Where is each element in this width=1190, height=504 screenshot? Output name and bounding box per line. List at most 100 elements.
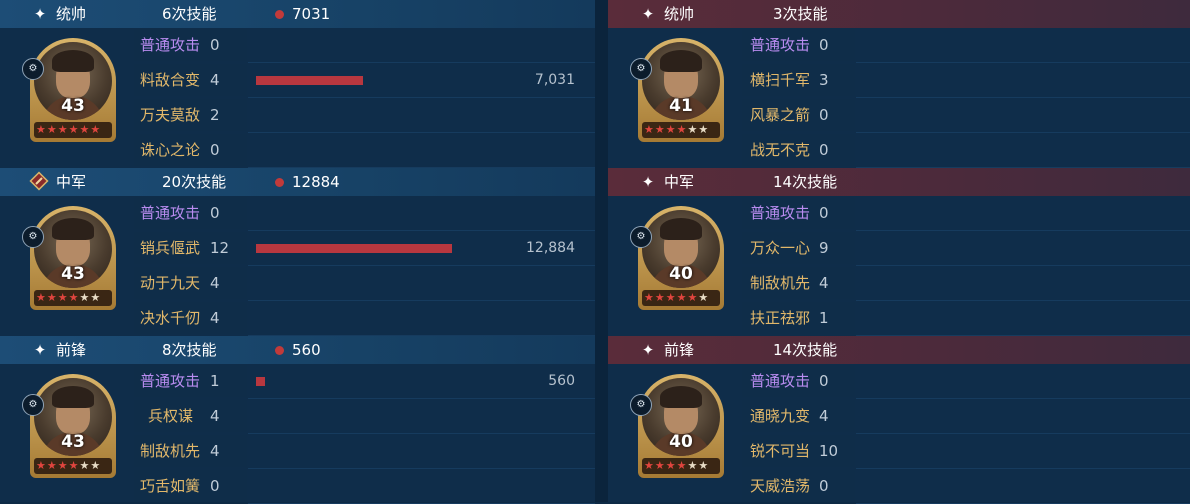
role-label: 中军: [56, 173, 87, 191]
damage-bar: [256, 377, 265, 386]
skill-name[interactable]: 横扫千军: [750, 68, 810, 92]
general-section-3: ✦ 前锋 8次技能 560 43 ★★★★★★ ⚙ 普通攻击 1 560 兵权谋 4 制敌机先 4 巧舌如簧…: [0, 336, 595, 504]
skill-count: 14次技能: [773, 173, 838, 191]
skill-name[interactable]: 天威浩荡: [750, 474, 810, 498]
skill-use-count: 1: [210, 372, 220, 390]
skill-name[interactable]: 兵权谋: [148, 404, 193, 428]
sparkle-icon: ✦: [33, 5, 47, 23]
skill-row: 战无不克 0: [608, 133, 1190, 168]
skill-name[interactable]: 普通攻击: [140, 201, 200, 225]
sparkle-icon: ✦: [641, 5, 655, 23]
row-track: [248, 434, 595, 469]
general-section-1: ✦ 统帅 3次技能 41 ★★★★★★ ⚙ 普通攻击 0 横扫千军 3 风暴之箭 0 战无不克 0: [608, 0, 1190, 168]
skill-name[interactable]: 普通攻击: [750, 33, 810, 57]
general-section-2: 中军 20次技能 12884 43 ★★★★★★ ⚙ 普通攻击 0 销兵偃武 12 12,884 动于…: [0, 168, 595, 336]
skill-use-count: 4: [210, 309, 220, 327]
damage-total: 12884: [292, 173, 340, 191]
row-track: [856, 28, 1190, 63]
skill-name[interactable]: 决水千仞: [140, 306, 200, 330]
skill-use-count: 0: [819, 372, 829, 390]
skill-name[interactable]: 普通攻击: [750, 201, 810, 225]
skill-use-count: 0: [210, 36, 220, 54]
skill-row: 诛心之论 0: [0, 133, 595, 168]
skill-use-count: 4: [819, 274, 829, 292]
general-section-2: ✦ 中军 14次技能 40 ★★★★★★ ⚙ 普通攻击 0 万众一心 9 制敌机先 4 扶正祛邪 1: [608, 168, 1190, 336]
sparkle-icon: ✦: [641, 341, 655, 359]
row-track: [856, 266, 1190, 301]
skill-use-count: 0: [210, 141, 220, 159]
skill-row: 制敌机先 4: [0, 434, 595, 469]
row-track: [856, 196, 1190, 231]
role-label: 中军: [664, 173, 695, 191]
section-header: ✦ 统帅 6次技能 7031: [0, 0, 595, 28]
skill-use-count: 3: [819, 71, 829, 89]
skill-row: 万夫莫敌 2: [0, 98, 595, 133]
skill-row: 普通攻击 0: [608, 28, 1190, 63]
skill-name[interactable]: 万众一心: [750, 236, 810, 260]
skill-row: 兵权谋 4: [0, 399, 595, 434]
row-track: [248, 266, 595, 301]
skill-row: 扶正祛邪 1: [608, 301, 1190, 336]
skill-name[interactable]: 战无不克: [750, 138, 810, 162]
skill-use-count: 0: [819, 36, 829, 54]
sparkle-icon: ✦: [641, 173, 655, 191]
skill-use-count: 0: [210, 204, 220, 222]
skill-use-count: 4: [210, 442, 220, 460]
row-track: [856, 63, 1190, 98]
skill-row: 通晓九变 4: [608, 399, 1190, 434]
skill-row: 锐不可当 10: [608, 434, 1190, 469]
skill-name[interactable]: 诛心之论: [140, 138, 200, 162]
skill-name[interactable]: 普通攻击: [140, 369, 200, 393]
skill-row: 动于九天 4: [0, 266, 595, 301]
skill-name[interactable]: 制敌机先: [750, 271, 810, 295]
skill-name[interactable]: 销兵偃武: [140, 236, 200, 260]
row-track: [248, 301, 595, 336]
banner-icon: [28, 170, 50, 192]
skill-use-count: 1: [819, 309, 829, 327]
sparkle-icon: ✦: [33, 341, 47, 359]
skill-row: 制敌机先 4: [608, 266, 1190, 301]
skill-row: 横扫千军 3: [608, 63, 1190, 98]
skill-name[interactable]: 通晓九变: [750, 404, 810, 428]
row-track: [248, 364, 595, 399]
skill-row: 料敌合变 4 7,031: [0, 63, 595, 98]
row-track: [856, 399, 1190, 434]
general-section-3: ✦ 前锋 14次技能 40 ★★★★★★ ⚙ 普通攻击 0 通晓九变 4 锐不可当 10 天威浩荡 0: [608, 336, 1190, 504]
damage-total: 560: [292, 341, 321, 359]
skill-name[interactable]: 制敌机先: [140, 439, 200, 463]
skill-row: 巧舌如簧 0: [0, 469, 595, 504]
skill-use-count: 0: [819, 204, 829, 222]
damage-value: 560: [548, 373, 575, 389]
skill-row: 普通攻击 1 560: [0, 364, 595, 399]
skill-count: 20次技能: [162, 173, 227, 191]
skill-name[interactable]: 料敌合变: [140, 68, 200, 92]
skill-name[interactable]: 动于九天: [140, 271, 200, 295]
skill-name[interactable]: 扶正祛邪: [750, 306, 810, 330]
row-track: [856, 469, 1190, 504]
role-label: 统帅: [664, 5, 695, 23]
row-track: [248, 399, 595, 434]
skill-use-count: 0: [210, 477, 220, 495]
section-header: ✦ 前锋 8次技能 560: [0, 336, 595, 364]
skill-name[interactable]: 锐不可当: [750, 439, 810, 463]
row-track: [856, 133, 1190, 168]
skill-use-count: 12: [210, 239, 230, 257]
skill-count: 14次技能: [773, 341, 838, 359]
general-section-1: ✦ 统帅 6次技能 7031 43 ★★★★★★ ⚙ 普通攻击 0 料敌合变 4 7,031 万夫莫敌 2…: [0, 0, 595, 168]
skill-count: 8次技能: [162, 341, 217, 359]
skill-name[interactable]: 普通攻击: [140, 33, 200, 57]
section-header: ✦ 统帅 3次技能: [608, 0, 1190, 28]
skill-name[interactable]: 巧舌如簧: [140, 474, 200, 498]
damage-dot-icon: [275, 10, 284, 19]
skill-name[interactable]: 普通攻击: [750, 369, 810, 393]
row-track: [856, 364, 1190, 399]
skill-use-count: 4: [210, 274, 220, 292]
skill-name[interactable]: 风暴之箭: [750, 103, 810, 127]
row-track: [856, 231, 1190, 266]
row-track: [856, 301, 1190, 336]
row-track: [248, 28, 595, 63]
row-track: [248, 469, 595, 504]
skill-name[interactable]: 万夫莫敌: [140, 103, 200, 127]
skill-use-count: 0: [819, 477, 829, 495]
skill-row: 普通攻击 0: [0, 28, 595, 63]
